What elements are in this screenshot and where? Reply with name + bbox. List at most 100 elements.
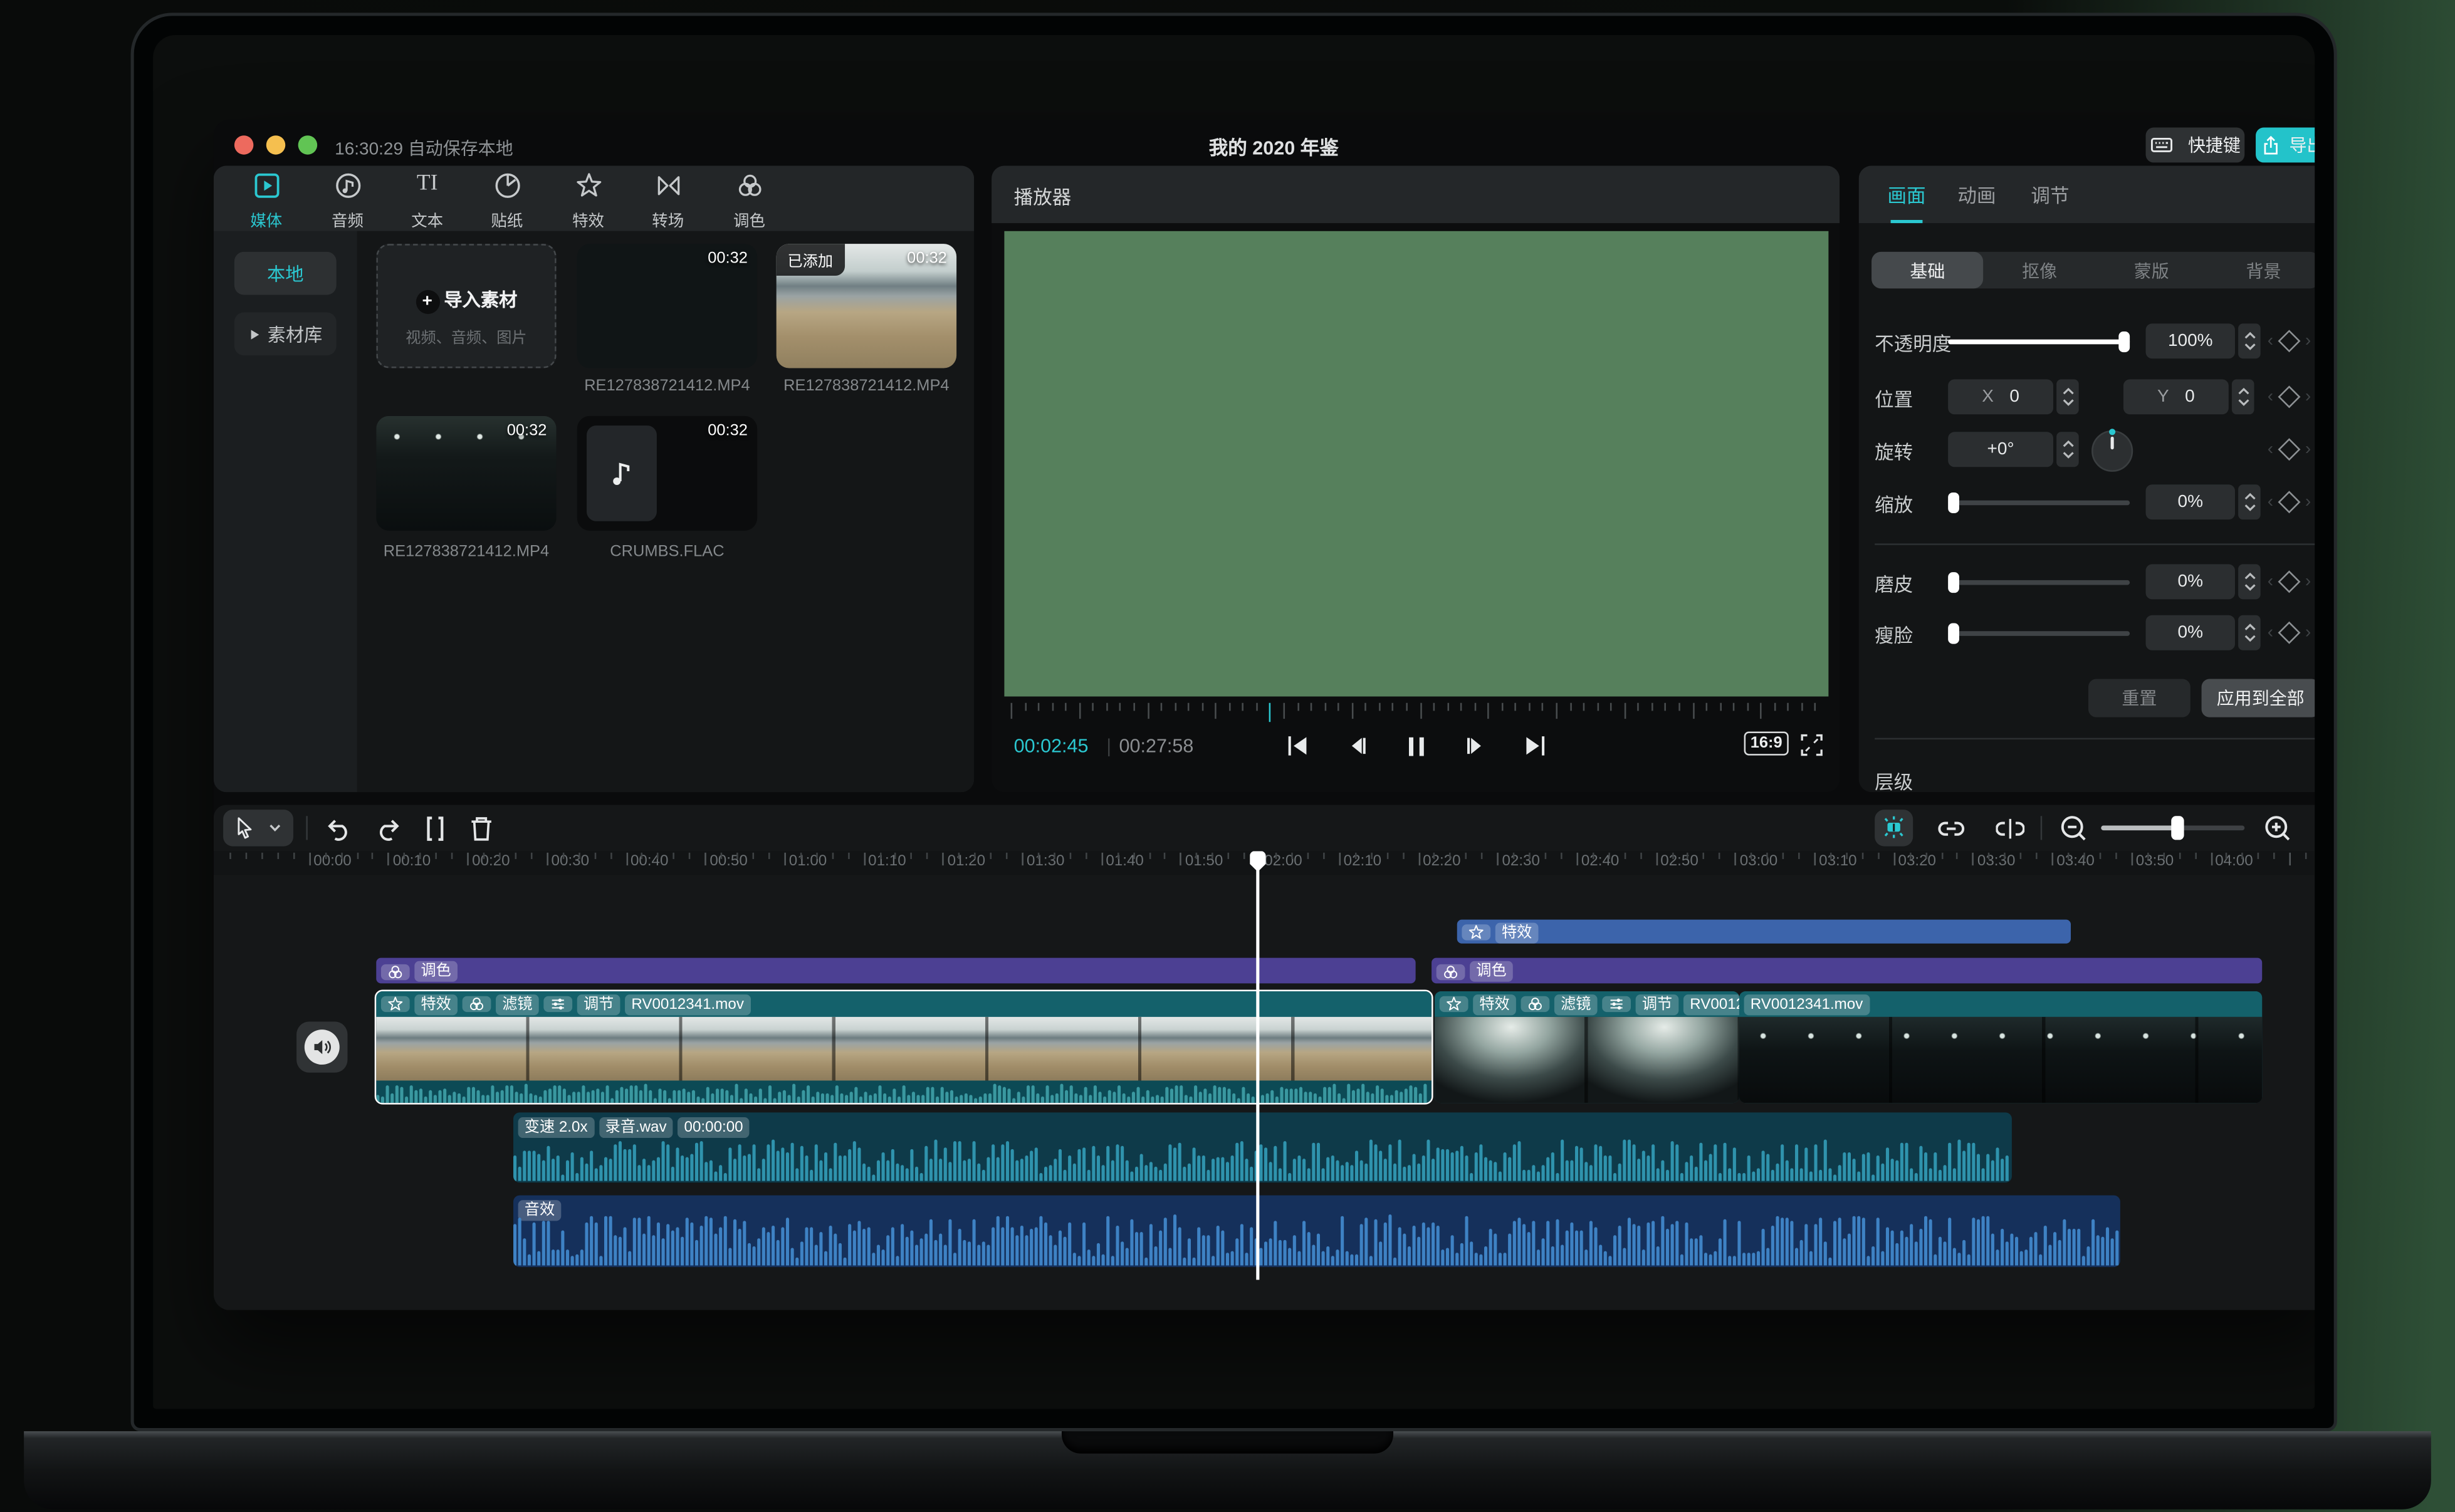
import-media-button[interactable]: + 导入素材 视频、音频、图片	[376, 244, 557, 368]
timeline-clip-audio-2[interactable]: 音效	[513, 1195, 2120, 1268]
media-item-video-1[interactable]: 00:32	[577, 244, 758, 368]
skip-to-start-button[interactable]	[1284, 733, 1310, 759]
previous-frame-button[interactable]	[1343, 733, 1369, 759]
timeline-clip-video-3[interactable]: RV0012341.mov	[1739, 991, 2263, 1103]
position-x-field[interactable]: X0	[1948, 379, 2054, 415]
next-frame-button[interactable]	[1463, 733, 1489, 759]
waveform-bar	[567, 1095, 571, 1103]
opacity-value[interactable]: 100%	[2145, 323, 2235, 359]
position-y-stepper[interactable]	[2231, 379, 2254, 415]
track-mute-button[interactable]	[296, 1021, 348, 1073]
source-library[interactable]: 素材库	[234, 312, 337, 356]
apply-to-all-button[interactable]: 应用到全部	[2201, 679, 2315, 717]
slim-face-keyframe-controls[interactable]: ‹ ›	[2258, 615, 2315, 650]
zoom-in-button[interactable]	[2264, 815, 2293, 843]
split-clip-button[interactable]	[421, 815, 449, 843]
timeline-clip-audio-1[interactable]: 变速 2.0x 录音.wav 00:00:00	[513, 1112, 2012, 1183]
waveform-bar	[599, 1165, 603, 1181]
waveform-bar	[2086, 1245, 2090, 1266]
scale-slider-handle[interactable]	[1948, 492, 1959, 514]
opacity-slider-handle[interactable]	[2118, 331, 2130, 353]
subtab-chroma[interactable]: 抠像	[1984, 252, 2096, 289]
source-local[interactable]: 本地	[234, 251, 337, 295]
waveform-bar	[1895, 1159, 1899, 1181]
slim-face-slider-handle[interactable]	[1948, 623, 1959, 644]
tab-adjust[interactable]: 调节	[2031, 182, 2069, 209]
keyframe-diamond-icon[interactable]	[2278, 491, 2301, 514]
color-track-bar-1[interactable]: 调色	[376, 957, 1416, 984]
redo-button[interactable]	[373, 815, 402, 843]
timeline-clip-video-1[interactable]: 特效 滤镜 调节 RV0012341.mov	[374, 989, 1433, 1105]
aspect-ratio-button[interactable]: 16:9	[1744, 731, 1789, 756]
waveform-bar	[1843, 1152, 1846, 1181]
position-x-stepper[interactable]	[2056, 379, 2079, 415]
tab-picture[interactable]: 画面	[1888, 182, 1926, 224]
snap-toggle-button[interactable]	[1875, 810, 1913, 847]
waveform-bar	[905, 1236, 909, 1266]
ruler-tick	[1022, 852, 1023, 866]
ruler-tick	[451, 852, 453, 859]
slim-face-value[interactable]: 0%	[2145, 615, 2235, 650]
zoom-slider-handle[interactable]	[2171, 816, 2184, 840]
export-button[interactable]: 导出	[2256, 127, 2315, 163]
position-y-field[interactable]: Y0	[2123, 379, 2229, 415]
smooth-skin-value[interactable]: 0%	[2145, 564, 2235, 600]
waveform-bar	[1790, 1168, 1794, 1181]
effect-track-bar[interactable]: 特效	[1457, 919, 2071, 944]
tab-sticker[interactable]: 贴纸	[470, 172, 543, 231]
smooth-skin-slider[interactable]	[1948, 572, 2130, 593]
scale-keyframe-controls[interactable]: ‹ ›	[2258, 484, 2315, 519]
undo-button[interactable]	[325, 815, 354, 843]
rotation-stepper[interactable]	[2056, 432, 2079, 467]
ruler-tick	[2083, 852, 2085, 859]
media-item-video-3[interactable]: 00:32	[376, 415, 557, 531]
unlink-clips-button[interactable]	[1996, 815, 2024, 843]
rotation-keyframe-controls[interactable]: ‹ ›	[2258, 432, 2315, 467]
reset-button[interactable]: 重置	[2088, 679, 2191, 717]
smooth-skin-slider-handle[interactable]	[1948, 572, 1959, 593]
link-clips-button[interactable]	[1937, 815, 1966, 843]
tab-effects[interactable]: 特效	[552, 172, 625, 231]
delete-clip-button[interactable]	[467, 815, 496, 843]
timeline-clip-video-2[interactable]: 特效 滤镜 调节 RV0012349.mov	[1435, 991, 1739, 1103]
keyframe-diamond-icon[interactable]	[2278, 330, 2301, 353]
media-item-audio[interactable]: 00:32	[577, 415, 758, 531]
media-item-video-2[interactable]: 已添加 00:32	[776, 244, 957, 368]
tab-color[interactable]: 调色	[713, 172, 786, 231]
smooth-skin-keyframe-controls[interactable]: ‹ ›	[2258, 564, 2315, 599]
zoom-out-button[interactable]	[2060, 815, 2088, 843]
tab-animation[interactable]: 动画	[1957, 182, 1996, 209]
slim-face-slider[interactable]	[1948, 623, 2130, 644]
tab-audio[interactable]: 音频	[311, 172, 384, 231]
tab-text[interactable]: TI 文本	[390, 172, 464, 231]
waveform-bar	[1354, 1150, 1359, 1181]
opacity-keyframe-controls[interactable]: ‹ ›	[2258, 323, 2315, 358]
keyframe-diamond-icon[interactable]	[2278, 621, 2301, 644]
rotation-value[interactable]: +0°	[1948, 432, 2054, 467]
keyframe-diamond-icon[interactable]	[2278, 570, 2301, 593]
waveform-bar	[716, 1088, 720, 1103]
select-tool-button[interactable]	[223, 810, 294, 847]
timeline-zoom-slider[interactable]	[2101, 816, 2245, 840]
scale-slider[interactable]	[1948, 492, 2130, 514]
opacity-slider[interactable]	[1948, 331, 2130, 353]
shortcuts-button[interactable]: 快捷键	[2145, 127, 2245, 163]
ruler-label: 00:30	[551, 852, 590, 870]
tab-transitions[interactable]: 转场	[631, 172, 704, 231]
subtab-background[interactable]: 背景	[2207, 252, 2315, 289]
playhead-line[interactable]	[1256, 868, 1259, 1280]
fullscreen-button[interactable]	[1800, 733, 1824, 757]
scale-value[interactable]: 0%	[2145, 484, 2235, 520]
color-track-bar-2[interactable]: 调色	[1432, 957, 2263, 984]
subtab-basic[interactable]: 基础	[1871, 251, 1984, 289]
video-preview[interactable]	[1004, 231, 1829, 697]
position-keyframe-controls[interactable]: ‹ ›	[2258, 379, 2315, 414]
subtab-mask[interactable]: 蒙版	[2095, 252, 2207, 289]
skip-to-end-button[interactable]	[1522, 733, 1547, 759]
player-seek-ruler[interactable]	[1004, 702, 1828, 724]
keyframe-diamond-icon[interactable]	[2278, 385, 2301, 409]
rotation-knob[interactable]	[2091, 429, 2133, 472]
keyframe-diamond-icon[interactable]	[2278, 438, 2301, 461]
tab-media[interactable]: 媒体	[229, 172, 303, 231]
pause-button[interactable]	[1402, 733, 1429, 759]
